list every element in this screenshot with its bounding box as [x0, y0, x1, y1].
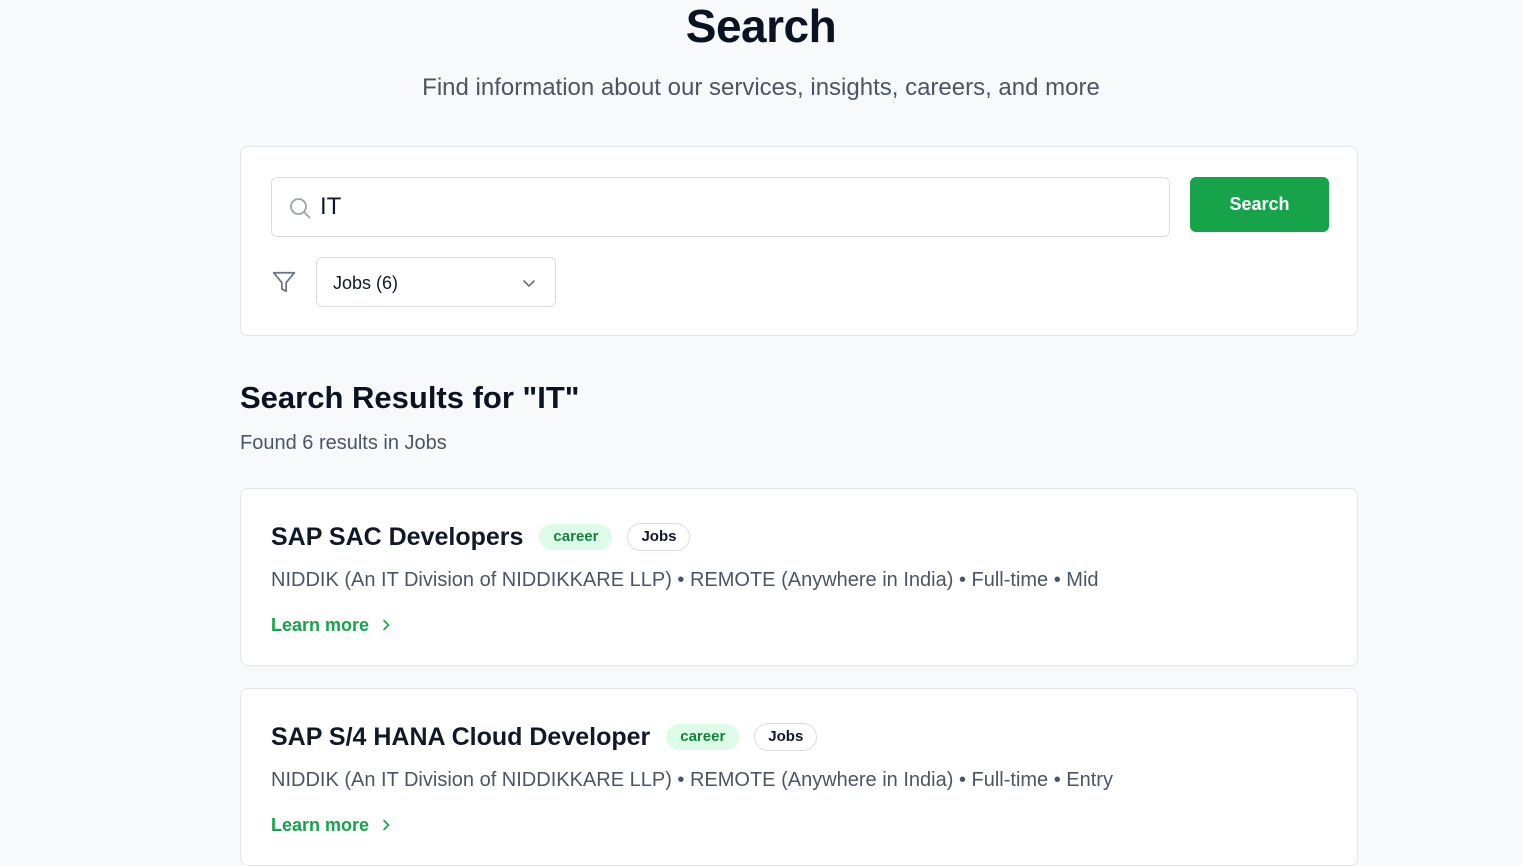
chevron-down-icon	[523, 280, 535, 287]
result-title[interactable]: SAP SAC Developers	[271, 522, 523, 552]
result-meta: NIDDIK (An IT Division of NIDDIKKARE LLP…	[271, 769, 1113, 791]
search-input[interactable]	[320, 178, 1160, 236]
result-title[interactable]: SAP S/4 HANA Cloud Developer	[271, 722, 650, 752]
category-filter-value: Jobs (6)	[333, 273, 399, 293]
category-filter-select[interactable]: Jobs (6)	[316, 257, 556, 307]
type-badge: career	[539, 524, 613, 550]
chevron-right-icon	[383, 619, 390, 631]
result-card-header: SAP S/4 HANA Cloud Developer career Jobs	[271, 722, 818, 752]
result-meta: NIDDIK (An IT Division of NIDDIKKARE LLP…	[271, 569, 1099, 591]
learn-more-label: Learn more	[271, 615, 370, 635]
result-card: SAP S/4 HANA Cloud Developer career Jobs…	[240, 688, 1358, 866]
learn-more-link[interactable]: Learn more	[271, 813, 393, 837]
page-title: Search	[685, 0, 837, 52]
result-card-header: SAP SAC Developers career Jobs	[271, 522, 691, 552]
result-card: SAP SAC Developers career Jobs NIDDIK (A…	[240, 488, 1358, 666]
learn-more-label: Learn more	[271, 815, 370, 835]
search-panel: Search Jobs (6)	[240, 146, 1358, 336]
type-badge: career	[666, 724, 740, 750]
category-badge: Jobs	[627, 523, 691, 551]
search-field[interactable]	[271, 177, 1170, 237]
search-icon	[290, 198, 311, 219]
search-button[interactable]: Search	[1190, 177, 1329, 232]
results-summary: Found 6 results in Jobs	[240, 432, 447, 454]
filter-icon	[272, 271, 296, 293]
chevron-right-icon	[383, 819, 390, 831]
category-badge: Jobs	[754, 723, 818, 751]
learn-more-link[interactable]: Learn more	[271, 613, 393, 637]
page-subtitle: Find information about our services, ins…	[422, 74, 1100, 101]
results-heading: Search Results for "IT"	[240, 380, 580, 415]
